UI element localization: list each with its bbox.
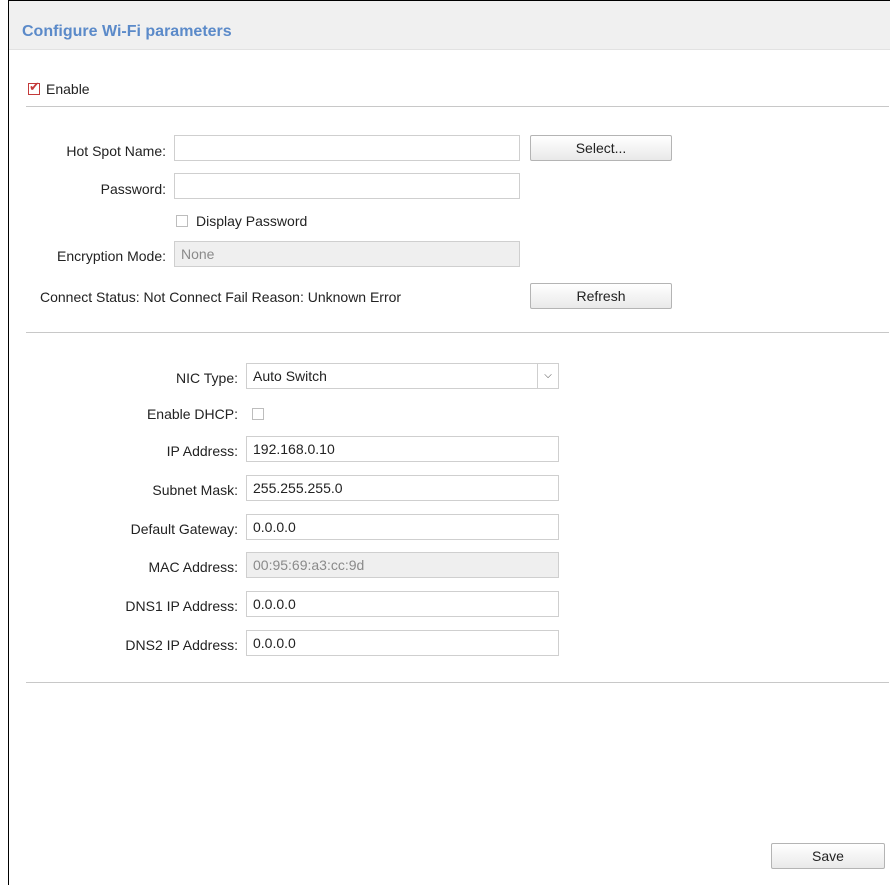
mac-address-field: 00:95:69:a3:cc:9d [246,552,559,578]
divider [26,682,889,683]
enable-label: Enable [46,81,90,97]
chevron-down-icon[interactable]: ⌵ [537,364,558,388]
subnet-mask-label: Subnet Mask: [152,482,238,498]
encryption-mode-label: Encryption Mode: [57,248,166,264]
password-label: Password: [100,181,166,197]
panel-header: Configure Wi-Fi parameters [9,1,890,50]
encryption-mode-field: None [174,241,520,267]
dns1-label: DNS1 IP Address: [125,598,238,614]
connect-status-value: Not Connect [143,289,222,305]
refresh-button[interactable]: Refresh [530,283,672,309]
display-password-label: Display Password [196,213,308,229]
divider [26,106,889,107]
wifi-config-panel: Configure Wi-Fi parameters ✔ Enable Hot … [8,0,890,885]
default-gateway-input[interactable] [246,514,559,540]
fail-reason-value: Unknown Error [307,289,402,305]
enable-dhcp-label: Enable DHCP: [146,406,238,422]
check-icon: ✔ [29,79,40,94]
connect-status-label: Connect Status: [40,289,140,305]
hotspot-name-label: Hot Spot Name: [66,143,166,159]
divider [26,332,889,333]
enable-dhcp-checkbox[interactable] [252,408,264,420]
nic-type-select[interactable]: Auto Switch ⌵ [246,363,559,389]
subnet-mask-input[interactable] [246,475,559,501]
dns2-input[interactable] [246,630,559,656]
dns1-input[interactable] [246,591,559,617]
display-password-checkbox[interactable] [176,215,188,227]
connect-status-line: Connect Status: Not Connect Fail Reason:… [40,289,401,305]
dns2-label: DNS2 IP Address: [125,637,238,653]
hotspot-name-input[interactable] [174,135,520,161]
mac-address-label: MAC Address: [148,559,238,575]
default-gateway-label: Default Gateway: [130,521,238,537]
nic-type-value: Auto Switch [253,368,327,384]
ip-address-input[interactable] [246,436,559,462]
save-button[interactable]: Save [771,843,885,869]
ip-address-label: IP Address: [166,443,238,459]
fail-reason-label: Fail Reason: [225,289,304,305]
password-input[interactable] [174,173,520,199]
select-button[interactable]: Select... [530,135,672,161]
nic-type-label: NIC Type: [176,370,238,386]
page-title: Configure Wi-Fi parameters [22,23,232,40]
enable-checkbox[interactable]: ✔ [28,79,40,95]
